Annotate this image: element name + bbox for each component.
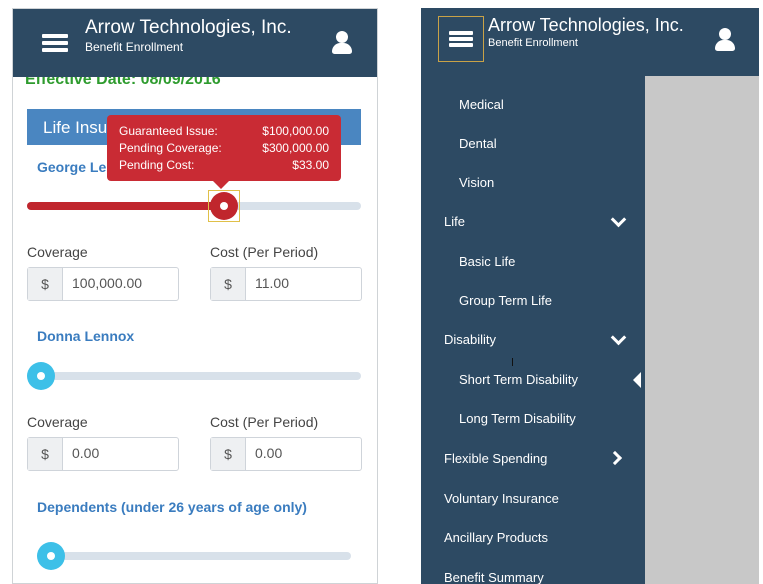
app-header: Arrow Technologies, Inc. Benefit Enrollm… — [421, 8, 759, 76]
life-insurance-screen: Effective Date: 08/09/2016 Life Insuranc… — [12, 8, 378, 584]
chevron-down-icon[interactable] — [610, 211, 627, 228]
person-name-dependents: Dependents (under 26 years of age only) — [37, 499, 307, 515]
chevron-down-icon[interactable] — [610, 329, 627, 346]
george-cost-field: $ — [210, 267, 362, 301]
tooltip-value: $33.00 — [292, 158, 329, 172]
donna-coverage-field: $ — [27, 437, 179, 471]
currency-prefix: $ — [28, 268, 63, 300]
menu-item-medical[interactable]: Medical — [459, 97, 504, 112]
donna-coverage-slider[interactable] — [27, 372, 361, 380]
coverage-label: Coverage — [27, 244, 88, 260]
menu-item-benefit-summary[interactable]: Benefit Summary — [444, 570, 544, 584]
menu-item-ancillary-products[interactable]: Ancillary Products — [444, 530, 548, 545]
cost-label: Cost (Per Period) — [210, 244, 319, 260]
menu-item-vision[interactable]: Vision — [459, 175, 494, 190]
app-subtitle: Benefit Enrollment — [85, 40, 184, 54]
tooltip-row: Guaranteed Issue: $100,000.00 — [119, 124, 329, 140]
coverage-label: Coverage — [27, 414, 88, 430]
menu-item-dental[interactable]: Dental — [459, 136, 497, 151]
slider-handle[interactable] — [208, 190, 241, 222]
person-name-donna: Donna Lennox — [37, 328, 135, 344]
donna-cost-field: $ — [210, 437, 362, 471]
dependents-coverage-slider[interactable] — [37, 552, 351, 560]
hamburger-menu-icon[interactable] — [438, 16, 484, 62]
slider-handle[interactable] — [27, 362, 55, 390]
donna-coverage-input[interactable] — [72, 445, 162, 461]
currency-prefix: $ — [211, 268, 246, 300]
donna-cost-input[interactable] — [255, 445, 345, 461]
app-subtitle: Benefit Enrollment — [488, 37, 578, 49]
menu-item-long-term-disability[interactable]: Long Term Disability — [459, 411, 576, 426]
tooltip-row: Pending Coverage: $300,000.00 — [119, 141, 329, 157]
george-coverage-slider[interactable] — [27, 202, 361, 210]
currency-prefix: $ — [28, 438, 63, 470]
active-indicator-icon — [633, 372, 641, 388]
menu-item-voluntary-insurance[interactable]: Voluntary Insurance — [444, 491, 559, 506]
menu-item-disability[interactable]: Disability — [444, 332, 496, 347]
hamburger-menu-icon[interactable] — [39, 29, 71, 57]
george-coverage-input[interactable] — [72, 275, 162, 291]
tooltip-value: $100,000.00 — [262, 124, 329, 138]
tooltip-label: Pending Cost: — [119, 158, 195, 172]
tooltip-label: Guaranteed Issue: — [119, 124, 218, 138]
user-icon[interactable] — [713, 28, 737, 52]
menu-item-life[interactable]: Life — [444, 214, 465, 229]
george-cost-input[interactable] — [255, 275, 345, 291]
menu-item-group-term-life[interactable]: Group Term Life — [459, 293, 552, 308]
user-icon[interactable] — [330, 31, 354, 55]
menu-item-flexible-spending[interactable]: Flexible Spending — [444, 451, 547, 466]
app-header: Arrow Technologies, Inc. Benefit Enrollm… — [13, 9, 377, 77]
menu-item-basic-life[interactable]: Basic Life — [459, 254, 515, 269]
company-title: Arrow Technologies, Inc. — [488, 15, 684, 35]
tooltip-label: Pending Coverage: — [119, 141, 222, 155]
slider-handle[interactable] — [37, 542, 65, 570]
chevron-right-icon[interactable] — [607, 450, 623, 466]
tooltip-row: Pending Cost: $33.00 — [119, 158, 329, 174]
navigation-menu-screen: Arrow Technologies, Inc. Benefit Enrollm… — [421, 8, 759, 584]
slider-handle-dot — [210, 192, 239, 220]
coverage-tooltip: Guaranteed Issue: $100,000.00 Pending Co… — [107, 115, 341, 189]
currency-prefix: $ — [211, 438, 246, 470]
menu-item-short-term-disability[interactable]: Short Term Disability — [459, 372, 578, 387]
company-title: Arrow Technologies, Inc. — [85, 17, 292, 38]
cost-label: Cost (Per Period) — [210, 414, 319, 430]
side-menu: Medical Dental Vision Life Basic Life Gr… — [421, 76, 645, 584]
slider-fill — [27, 202, 225, 210]
tooltip-value: $300,000.00 — [262, 141, 329, 155]
mouse-cursor — [512, 358, 513, 366]
george-coverage-field: $ — [27, 267, 179, 301]
